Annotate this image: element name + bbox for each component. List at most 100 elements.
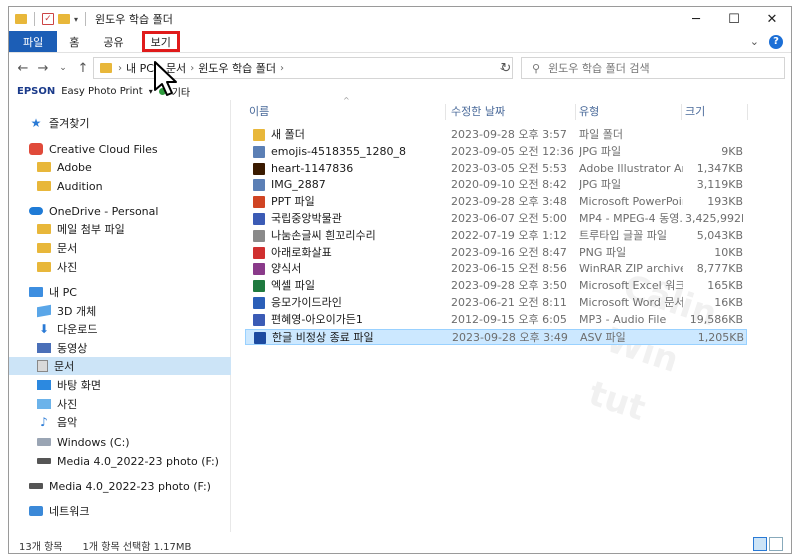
nav-item-label: 네트워크	[49, 505, 90, 518]
large-icons-view-icon[interactable]	[769, 537, 783, 551]
column-header-date[interactable]: 수정한 날짜	[451, 100, 575, 122]
nav-item-onedrive[interactable]: OneDrive - Personal	[9, 202, 231, 220]
file-type-icon	[253, 129, 265, 141]
nav-item-audition[interactable]: Audition	[9, 177, 231, 195]
expand-ribbon-icon[interactable]: ⌄	[750, 35, 759, 48]
divider	[34, 12, 35, 26]
help-icon[interactable]: ?	[769, 34, 783, 49]
nav-item-onedrive-documents[interactable]: 문서	[9, 239, 231, 257]
search-box[interactable]: ⚲	[521, 57, 785, 79]
table-row[interactable]: 국립중앙박물관 2023-06-07 오전 5:00 MP4 - MPEG-4 동영…	[245, 211, 747, 227]
table-row[interactable]: 한글 비정상 종료 파일 2023-09-28 오후 3:49 ASV 파일 1,20…	[245, 328, 747, 345]
column-divider[interactable]	[575, 104, 576, 120]
column-divider[interactable]	[681, 104, 682, 120]
up-arrow-icon[interactable]: ↑	[73, 61, 93, 76]
table-row[interactable]: 편혜영-아오이가든1 2012-09-15 오후 6:05 MP3 - Audio …	[245, 312, 747, 328]
breadcrumb-current-folder[interactable]: 윈도우 학습 폴더	[198, 60, 276, 76]
nav-item-pictures[interactable]: 사진	[9, 395, 231, 413]
file-type: Microsoft Word 문서	[579, 296, 683, 309]
column-header-type[interactable]: 유형	[579, 100, 683, 122]
nav-item-media-f[interactable]: Media 4.0_2022-23 photo (F:)	[9, 477, 231, 495]
pc-icon	[29, 287, 43, 297]
breadcrumb-chevron-icon[interactable]: ›	[190, 63, 194, 74]
table-row[interactable]: heart-1147836 2023-03-05 오전 5:53 Adobe Ill…	[245, 161, 747, 177]
file-name-text: 편혜영-아오이가든1	[271, 312, 363, 326]
chevron-down-icon[interactable]: ▾	[74, 15, 78, 24]
properties-icon[interactable]: ✓	[42, 13, 54, 25]
file-type: WinRAR ZIP archive	[579, 262, 683, 276]
nav-item-my-pc[interactable]: 내 PC	[9, 283, 231, 301]
column-header-size[interactable]: 크기	[685, 100, 745, 122]
table-row[interactable]: 아래로화살표 2023-09-16 오전 8:47 PNG 파일 10KB	[245, 245, 747, 261]
column-divider[interactable]	[747, 104, 748, 120]
nav-item-mail-attachments[interactable]: 메일 첨부 파일	[9, 220, 231, 238]
nav-item-onedrive-pictures[interactable]: 사진	[9, 258, 231, 276]
nav-item-label: 즐겨찾기	[49, 117, 90, 130]
nav-item-desktop[interactable]: 바탕 화면	[9, 376, 231, 394]
nav-item-label: Media 4.0_2022-23 photo (F:)	[57, 454, 219, 468]
close-button[interactable]: ✕	[753, 7, 791, 31]
file-name-text: 양식서	[271, 262, 302, 276]
minimize-button[interactable]: ─	[677, 7, 715, 31]
file-name: 양식서	[253, 261, 449, 277]
table-row[interactable]: IMG_2887 2020-09-10 오전 8:42 JPG 파일 3,119KB	[245, 177, 747, 193]
new-folder-icon[interactable]	[58, 14, 70, 24]
file-list: ^ 이름 수정한 날짜 유형 크기 Câlin Win tut 새 폴더 2023…	[245, 96, 791, 532]
details-view-icon[interactable]	[753, 537, 767, 551]
folder-icon	[37, 224, 51, 234]
window-controls: ─ ☐ ✕	[677, 7, 791, 31]
table-row[interactable]: 양식서 2023-06-15 오전 8:56 WinRAR ZIP archive 8…	[245, 261, 747, 277]
file-type-icon	[253, 179, 265, 192]
nav-item-quick-access[interactable]: ★ 즐겨찾기	[9, 114, 231, 132]
nav-item-label: 내 PC	[49, 286, 77, 299]
mouse-cursor-icon	[154, 61, 177, 96]
file-name: IMG_2887	[253, 177, 449, 193]
table-row[interactable]: 새 폴더 2023-09-28 오후 3:57 파일 폴더	[245, 127, 747, 143]
nav-item-label: 바탕 화면	[57, 379, 101, 392]
breadcrumb-my-pc[interactable]: 내 PC	[126, 60, 154, 76]
back-arrow-icon[interactable]: ←	[13, 61, 33, 76]
nav-item-label: 문서	[54, 360, 75, 373]
nav-item-music[interactable]: ♪ 음악	[9, 413, 231, 431]
nav-item-windows-c[interactable]: Windows (C:)	[9, 433, 231, 451]
file-type: ASV 파일	[580, 330, 626, 344]
nav-item-network[interactable]: 네트워크	[9, 502, 231, 520]
table-row[interactable]: emojis-4518355_1280_8 2023-09-05 오전 12:36…	[245, 144, 747, 160]
breadcrumb-chevron-icon[interactable]: ›	[280, 63, 284, 74]
file-type: MP4 - MPEG-4 동영...	[579, 212, 683, 225]
forward-arrow-icon[interactable]: →	[33, 61, 53, 76]
table-row[interactable]: 나눔손글씨 흰꼬리수리 2022-07-19 오후 1:12 트루타입 글꼴 파일 5…	[245, 228, 747, 244]
maximize-button[interactable]: ☐	[715, 7, 753, 31]
nav-item-adobe[interactable]: Adobe	[9, 158, 231, 176]
onedrive-icon	[29, 207, 43, 215]
nav-item-creative-cloud[interactable]: Creative Cloud Files	[9, 140, 231, 158]
nav-item-media-f-pc[interactable]: Media 4.0_2022-23 photo (F:)	[9, 452, 231, 470]
window-title: 윈도우 학습 폴더	[95, 13, 173, 26]
refresh-icon[interactable]: ↻	[493, 57, 519, 79]
table-row[interactable]: PPT 파일 2023-09-28 오후 3:48 Microsoft PowerP…	[245, 194, 747, 210]
nav-item-3d-objects[interactable]: 3D 개체	[9, 302, 231, 320]
nav-item-videos[interactable]: 동영상	[9, 339, 231, 357]
tab-file[interactable]: 파일	[9, 31, 58, 52]
column-divider[interactable]	[445, 104, 446, 120]
tab-home[interactable]: 홈	[57, 31, 91, 52]
folder-icon	[37, 181, 51, 191]
tab-share[interactable]: 공유	[91, 31, 135, 52]
column-header-name[interactable]: 이름	[249, 100, 445, 122]
search-input[interactable]	[548, 61, 769, 75]
table-row[interactable]: 응모가이드라인 2023-06-21 오전 8:11 Microsoft Word …	[245, 295, 747, 311]
file-type-icon	[253, 263, 265, 276]
breadcrumb-chevron-icon[interactable]: ›	[118, 63, 122, 74]
table-row[interactable]: 엑셀 파일 2023-09-28 오후 3:50 Microsoft Excel 워…	[245, 278, 747, 294]
file-date: 2023-06-15 오전 8:56	[451, 262, 567, 276]
nav-item-label: 동영상	[57, 342, 88, 355]
search-icon: ⚲	[532, 61, 541, 75]
easy-photo-print-button[interactable]: Easy Photo Print	[61, 86, 142, 97]
file-type: Adobe Illustrator Art...	[579, 161, 683, 175]
file-date: 2023-09-28 오후 3:49	[452, 330, 568, 344]
tab-view[interactable]: 보기	[141, 31, 180, 52]
nav-item-documents[interactable]: 문서	[9, 357, 231, 375]
nav-item-downloads[interactable]: ⬇ 다운로드	[9, 320, 231, 338]
recent-chevron-icon[interactable]: ⌄	[53, 63, 73, 73]
nav-item-label: Creative Cloud Files	[49, 142, 158, 156]
